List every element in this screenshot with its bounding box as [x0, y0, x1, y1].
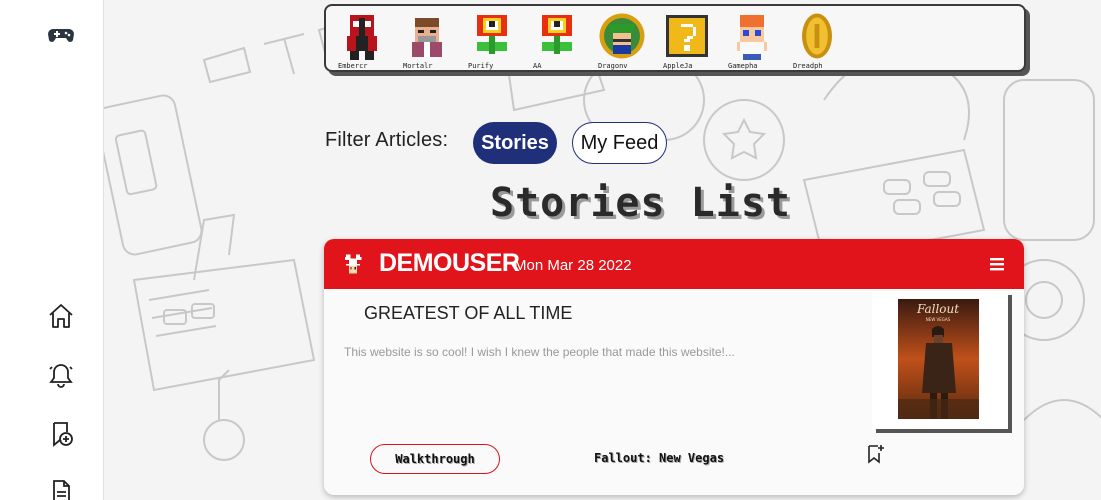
menu-icon[interactable] [988, 255, 1006, 273]
home-icon[interactable] [47, 302, 75, 330]
svg-text:NEW VEGAS: NEW VEGAS [926, 317, 951, 322]
username: Purify [468, 62, 494, 70]
user-avatar-item[interactable]: AppleJa [659, 12, 715, 72]
username: AA [533, 62, 542, 70]
filter-stories-button[interactable]: Stories [473, 122, 557, 164]
story-card-header: DEMOUSER Mon Mar 28 2022 [324, 239, 1024, 289]
game-cover-frame: Fallout NEW VEGAS [872, 291, 1008, 429]
story-date: Mon Mar 28 2022 [514, 257, 632, 274]
username: Dreadph [793, 62, 823, 70]
page-title: Stories List [490, 180, 791, 226]
add-bookmark-icon[interactable] [867, 444, 885, 464]
fire-flower-avatar-icon [542, 15, 572, 54]
username: Dragonv [598, 62, 628, 70]
story-tag-button[interactable]: Walkthrough [370, 444, 500, 474]
document-icon[interactable] [47, 478, 75, 500]
user-avatar-item[interactable]: Gamepha [724, 12, 780, 72]
add-bookmark-icon[interactable] [47, 420, 75, 448]
story-game-name[interactable]: Fallout: New Vegas [594, 451, 724, 465]
deadpool-avatar-icon [347, 15, 377, 60]
bell-icon[interactable] [47, 361, 75, 389]
story-card[interactable]: DEMOUSER Mon Mar 28 2022 GREATEST OF ALL… [324, 239, 1024, 495]
user-avatar-item[interactable]: Purify [464, 12, 520, 72]
user-avatar-item[interactable]: AA [529, 12, 585, 72]
gamepad-icon[interactable] [47, 20, 75, 48]
user-avatar-item[interactable]: Dreadph [789, 12, 845, 72]
story-excerpt: This website is so cool! I wish I knew t… [344, 345, 735, 359]
coin-avatar-icon [802, 13, 832, 59]
story-author[interactable]: DEMOUSER [379, 249, 520, 278]
user-avatar-item[interactable]: Dragonv [594, 12, 650, 72]
old-man-avatar-icon [412, 18, 442, 57]
luigi-avatar-icon [599, 13, 645, 59]
username: AppleJa [663, 62, 693, 70]
user-avatar-item[interactable]: Mortalr [399, 12, 455, 72]
filter-my-feed-button[interactable]: My Feed [572, 122, 667, 164]
username: Gamepha [728, 62, 758, 70]
username: Embercr [338, 62, 368, 70]
username: Mortalr [403, 62, 433, 70]
sidebar [0, 0, 104, 500]
mushroom-icon [344, 254, 362, 274]
boy-avatar-icon [737, 15, 767, 60]
svg-text:Fallout: Fallout [916, 302, 959, 316]
question-block-avatar-icon [666, 15, 708, 57]
fire-flower-avatar-icon [477, 15, 507, 54]
users-bar: Embercr Mortalr Purify AA Dragonv AppleJ… [324, 4, 1026, 72]
game-cover-image: Fallout NEW VEGAS [898, 299, 979, 419]
user-avatar-item[interactable]: Embercr [334, 12, 390, 72]
filter-label: Filter Articles: [325, 129, 449, 151]
story-title[interactable]: GREATEST OF ALL TIME [364, 303, 572, 324]
